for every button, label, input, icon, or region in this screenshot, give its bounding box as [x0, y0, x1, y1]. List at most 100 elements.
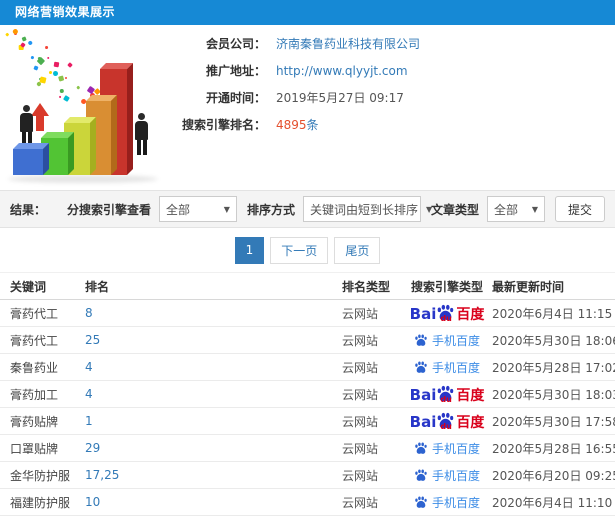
engine-type-cell: 手机百度 — [402, 494, 492, 511]
rank-cell: 4 — [85, 360, 342, 374]
article-type-select[interactable]: 全部 ▼ — [486, 196, 545, 222]
baidu-cn-text: 百度 — [456, 415, 485, 430]
member-company-value[interactable]: 济南秦鲁药业科技有限公司 — [276, 35, 420, 52]
mobile-baidu-logo[interactable]: 手机百度 — [414, 494, 480, 511]
baidu-paw-icon: du — [436, 304, 455, 322]
keyword-cell: 膏药贴牌 — [10, 414, 59, 429]
updated-cell: 2020年6月20日 09:25 — [492, 468, 615, 483]
confetti-dot — [19, 41, 26, 48]
confetti-dot — [58, 95, 62, 99]
promotion-url-label: 推广地址： — [205, 64, 266, 78]
updated-cell: 2020年6月4日 11:10 — [492, 495, 613, 510]
confetti-dot — [12, 27, 20, 35]
confetti-dot — [39, 76, 47, 84]
mobile-baidu-label: 手机百度 — [431, 360, 480, 375]
rank-link[interactable]: 10 — [85, 495, 100, 509]
baidu-logo[interactable]: Bai du 百度 — [410, 304, 485, 322]
baidu-cn-text: 百度 — [456, 388, 485, 403]
rank-type-cell: 云网站 — [342, 360, 379, 375]
rank-cell: 10 — [85, 495, 342, 509]
confetti-dot — [30, 55, 34, 60]
engine-rank-count-value: 4895条 — [276, 116, 319, 133]
confetti-dot — [45, 45, 49, 49]
submit-button[interactable]: 提交 — [554, 196, 605, 222]
page-1-button[interactable]: 1 — [234, 236, 265, 264]
mobile-baidu-label: 手机百度 — [431, 441, 480, 456]
col-header-rank: 排名 — [85, 279, 110, 294]
mobile-baidu-label: 手机百度 — [431, 495, 480, 510]
rank-cell: 25 — [85, 333, 342, 347]
baidu-logo[interactable]: Bai du 百度 — [409, 412, 485, 430]
table-body: 膏药代工 8 云网站 Bai du 百度 2020年6月4日 11:15 膏药代工 25 云网站手… — [0, 300, 615, 520]
updated-cell: 2020年6月4日 11:15 — [492, 306, 613, 321]
rank-type-cell: 云网站 — [342, 414, 379, 429]
member-company-label: 会员公司： — [205, 37, 266, 51]
info-row-member-company: 会员公司： 济南秦鲁药业科技有限公司 — [178, 30, 615, 57]
rank-type-cell: 云网站 — [342, 333, 379, 348]
engine-type-cell: Bai du 百度 — [402, 412, 492, 430]
rank-link[interactable]: 4 — [85, 360, 93, 374]
table-row: 膏药代工 8 云网站 Bai du 百度 2020年6月4日 11:15 — [0, 300, 615, 327]
mobile-baidu-logo[interactable]: 手机百度 — [414, 467, 480, 484]
rank-type-cell: 云网站 — [342, 468, 379, 483]
confetti-dot — [46, 56, 50, 60]
table-row: 秦鲁药业 4 云网站 手机百度 2020年5月28日 17:02 — [0, 354, 615, 381]
keyword-cell: 秦鲁药业 — [10, 360, 59, 375]
info-row-open-time: 开通时间： 2019年5月27日 09:17 — [178, 84, 615, 111]
engine-rank-count-label: 搜索引擎排名： — [181, 118, 266, 132]
mobile-baidu-paw-icon — [414, 441, 428, 455]
last-page-button[interactable]: 尾页 — [334, 236, 381, 264]
updated-cell: 2020年5月28日 17:02 — [492, 360, 615, 375]
open-time-label: 开通时间： — [205, 91, 266, 105]
rank-type-cell: 云网站 — [342, 387, 379, 402]
promotion-url-value[interactable]: http://www.qlyyjt.com — [276, 64, 408, 78]
rank-link[interactable]: 29 — [85, 441, 100, 455]
chevron-down-icon: ▼ — [531, 204, 538, 214]
rank-link[interactable]: 4 — [85, 387, 93, 401]
keyword-cell: 膏药代工 — [10, 306, 59, 321]
engine-filter-select[interactable]: 全部 ▼ — [158, 196, 237, 222]
rank-link[interactable]: 8 — [85, 306, 93, 320]
page-title: 网络营销效果展示 — [0, 0, 615, 25]
keyword-cell: 金华防护服 — [10, 468, 71, 483]
baidu-cn-text: 百度 — [456, 307, 485, 322]
mobile-baidu-paw-icon — [414, 360, 428, 374]
filter-bar: 结果： 分搜索引擎查看 全部 ▼ 排序方式 关键词由短到长排序 ▼ 文章类型 全… — [0, 190, 615, 228]
updated-cell: 2020年5月30日 17:58 — [492, 414, 615, 429]
rank-cell: 17,25 — [85, 468, 342, 482]
table-row: 口罩贴牌 29 云网站 手机百度 2020年5月28日 16:55 — [0, 435, 615, 462]
col-header-engine-type: 搜索引擎类型 — [410, 279, 483, 294]
summary-section: 会员公司： 济南秦鲁药业科技有限公司 推广地址： http://www.qlyyjt.… — [0, 25, 615, 190]
keyword-cell: 膏药加工 — [10, 387, 59, 402]
table-header-row: 关键词 排名 排名类型 搜索引擎类型 最新更新时间 — [0, 272, 615, 300]
baidu-bai-text: Bai — [409, 413, 437, 430]
engine-rank-count-suffix: 条 — [306, 118, 319, 132]
table-row: 膏药贴牌 1 云网站 Bai du 百度 2020年5月30日 17:58 — [0, 408, 615, 435]
bar-1 — [13, 149, 43, 175]
article-type-label: 文章类型 — [430, 202, 479, 217]
mobile-baidu-logo[interactable]: 手机百度 — [414, 332, 480, 349]
rank-cell: 8 — [85, 306, 342, 320]
rank-link[interactable]: 1 — [85, 414, 93, 428]
sort-select[interactable]: 关键词由短到长排序 ▼ — [302, 196, 432, 222]
mobile-baidu-logo[interactable]: 手机百度 — [414, 359, 480, 376]
businessman-left-icon — [20, 105, 33, 147]
confetti-dot — [59, 89, 65, 94]
table-row: 膏药加工 4 云网站 Bai du 百度 2020年5月30日 18:03 — [0, 381, 615, 408]
baidu-logo[interactable]: Bai du 百度 — [409, 385, 485, 403]
rank-link[interactable]: 17,25 — [85, 468, 119, 482]
baidu-bai-text: Bai — [409, 386, 437, 403]
baidu-paw-icon: du — [436, 385, 455, 403]
engine-type-cell: 手机百度 — [402, 359, 492, 376]
next-page-button[interactable]: 下一页 — [270, 236, 329, 264]
table-row: 膏药代工 25 云网站 手机百度 2020年5月30日 18:06 — [0, 327, 615, 354]
illustration-shadow — [8, 175, 158, 183]
confetti-dot — [75, 85, 80, 89]
confetti-dot — [62, 94, 70, 102]
mobile-baidu-logo[interactable]: 手机百度 — [414, 440, 480, 457]
keyword-cell: 福建防护服 — [10, 495, 71, 510]
confetti-dot — [53, 61, 59, 67]
rank-link[interactable]: 25 — [85, 333, 100, 347]
confetti-dot — [58, 75, 65, 82]
confetti-dot — [33, 65, 39, 71]
